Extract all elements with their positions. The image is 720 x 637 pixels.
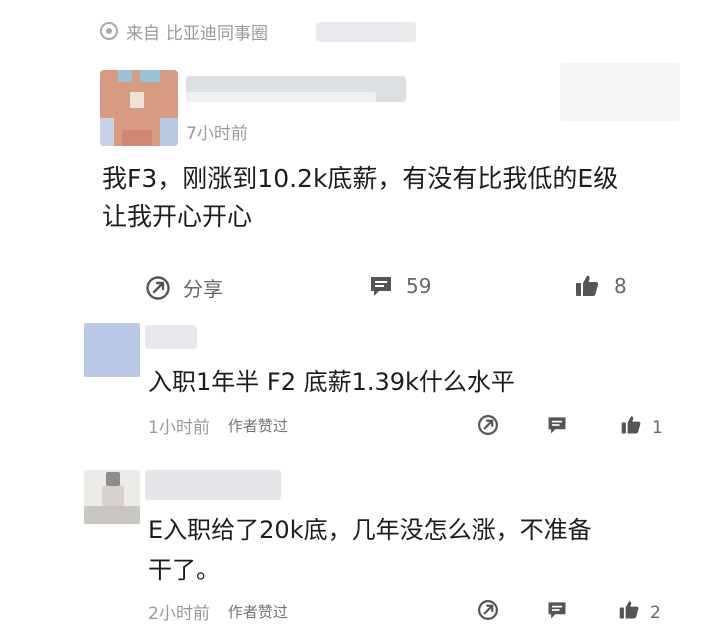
share-icon	[477, 414, 499, 441]
share-label: 分享	[183, 277, 223, 301]
comment-count: 59	[406, 274, 432, 298]
source-prefix: 来自	[126, 23, 160, 44]
reply-like-button[interactable]: 1	[620, 414, 663, 441]
thumbs-up-icon	[574, 273, 600, 299]
reply-share-button[interactable]	[477, 414, 499, 441]
comment-icon	[546, 599, 568, 626]
reply-meta: 1小时前 作者赞过	[148, 413, 288, 438]
reply-text: 入职1年半 F2 底薪1.39k什么水平	[148, 368, 515, 396]
reply-like-count: 1	[652, 417, 663, 438]
share-icon	[145, 275, 171, 301]
source-row[interactable]: 来自 比亚迪同事圈	[100, 18, 268, 44]
reply-like-count: 2	[650, 602, 661, 623]
thumbs-up-icon	[620, 414, 642, 441]
share-button[interactable]: 分享	[145, 273, 223, 302]
reply-comment-button[interactable]	[546, 599, 568, 626]
reply-time: 2小时前	[148, 604, 210, 624]
comment-icon	[546, 414, 568, 441]
author-liked-badge: 作者赞过	[227, 417, 288, 435]
reply-avatar[interactable]	[84, 323, 140, 377]
target-icon	[100, 22, 118, 40]
reply-time: 1小时前	[148, 418, 210, 438]
redacted-reply-username	[145, 470, 281, 500]
redacted-corner	[560, 62, 680, 122]
reply-text-line2: 干了。	[148, 556, 220, 584]
reply-comment-button[interactable]	[546, 414, 568, 441]
reply-share-button[interactable]	[477, 599, 499, 626]
post-text-line2: 让我开心开心	[102, 202, 253, 231]
comment-icon	[368, 273, 394, 299]
post-time: 7小时前	[186, 124, 248, 144]
post-text: 我F3，刚涨到10.2k底薪，有没有比我低的E级 让我开心开心	[102, 160, 692, 236]
post-text-line1: 我F3，刚涨到10.2k底薪，有没有比我低的E级	[102, 164, 619, 193]
like-count: 8	[614, 274, 627, 298]
reply-avatar[interactable]	[84, 470, 140, 524]
redacted-reply-username	[145, 325, 197, 349]
reply-meta: 2小时前 作者赞过	[148, 599, 288, 624]
reply-like-button[interactable]: 2	[618, 599, 661, 626]
redacted-source-info	[316, 22, 416, 42]
source-circle-link[interactable]: 比亚迪同事圈	[166, 19, 268, 44]
reply-text: E入职给了20k底，几年没怎么涨，不准备 干了。	[148, 510, 668, 590]
like-button[interactable]: 8	[574, 273, 627, 299]
author-liked-badge: 作者赞过	[227, 603, 288, 621]
comment-button[interactable]: 59	[368, 273, 431, 299]
avatar[interactable]	[100, 70, 178, 146]
redacted-username-shadow	[186, 92, 376, 102]
thumbs-up-icon	[618, 599, 640, 626]
reply-text-line1: E入职给了20k底，几年没怎么涨，不准备	[148, 516, 592, 544]
share-icon	[477, 599, 499, 626]
